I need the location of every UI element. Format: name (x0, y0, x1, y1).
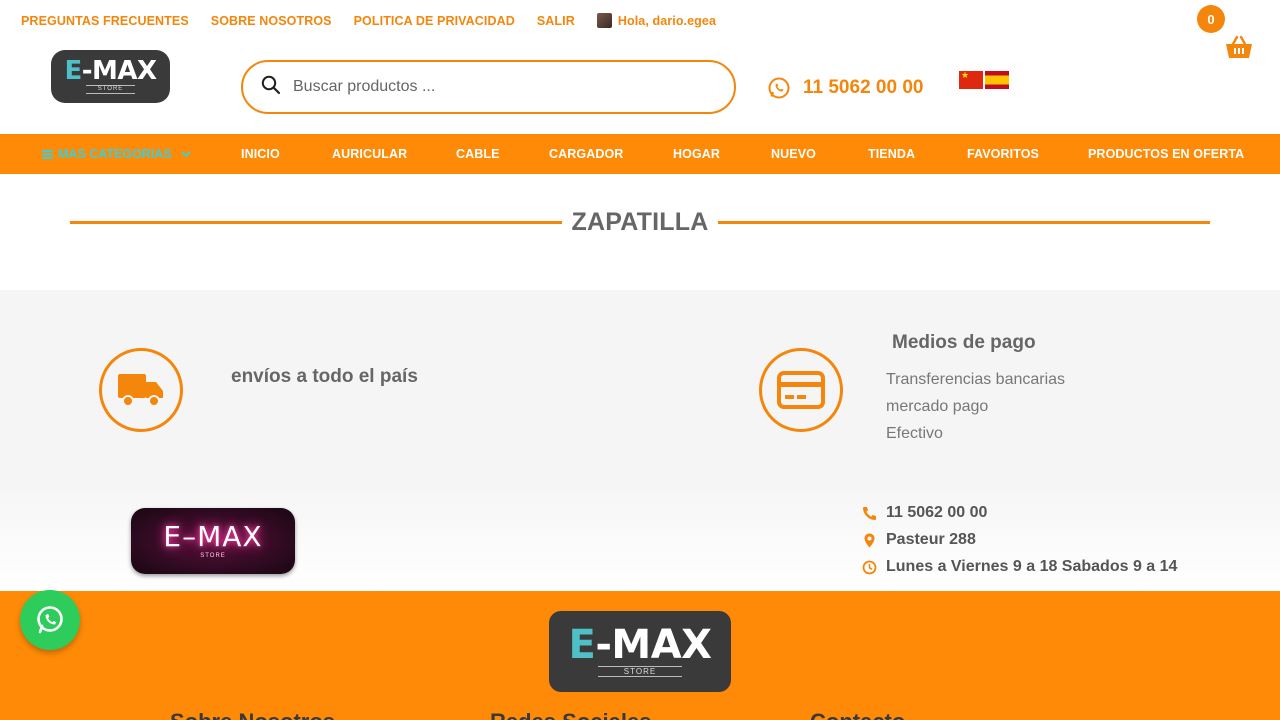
search-input[interactable] (293, 78, 693, 96)
whatsapp-chat-button[interactable] (20, 590, 80, 650)
header-phone[interactable]: 11 5062 00 00 (767, 76, 923, 100)
china-flag-icon[interactable] (959, 70, 983, 89)
link-logout[interactable]: SALIR (537, 14, 575, 28)
main-nav: MAS CATEGORIAS INICIO AURICULAR CABLE CA… (0, 134, 1280, 174)
list-item: Transferencias bancarias (886, 371, 1066, 388)
info-band: envíos a todo el país Medios de pago Tra… (0, 290, 1280, 490)
footer-logo-subtitle: STORE (597, 666, 683, 677)
footer-heading-social: Redes Sociales (490, 709, 651, 720)
clock-icon (862, 560, 877, 575)
categories-menu[interactable]: MAS CATEGORIAS (42, 147, 191, 161)
language-switcher (959, 70, 1009, 89)
nav-cargador[interactable]: CARGADOR (549, 147, 623, 161)
credit-card-icon (759, 348, 843, 432)
basket-icon[interactable] (1225, 34, 1253, 65)
nav-nuevo[interactable]: NUEVO (771, 147, 816, 161)
neon-logo-text: E–MAX (163, 520, 263, 553)
list-item: mercado pago (886, 398, 989, 415)
neon-logo[interactable]: E–MAX STORE (131, 508, 295, 574)
footer-logo-wordmark: E-MAX (568, 622, 712, 668)
contact-phone-text: 11 5062 00 00 (886, 504, 988, 521)
avatar (596, 13, 612, 28)
shipping-text: envíos a todo el país (231, 366, 418, 387)
top-links: PREGUNTAS FRECUENTES SOBRE NOSOTROS POLI… (21, 13, 716, 28)
logo-subtitle: STORE (85, 85, 136, 94)
list-item: Efectivo (886, 425, 943, 442)
logo-wordmark: E-MAX (64, 56, 157, 86)
contact-hours: Lunes a Viernes 9 a 18 Sabados 9 a 14 (862, 558, 1177, 576)
nav-cable[interactable]: CABLE (456, 147, 500, 161)
search-bar (241, 60, 736, 114)
payment-title: Medios de pago (892, 332, 1036, 353)
nav-hogar[interactable]: HOGAR (673, 147, 720, 161)
contact-hours-text: Lunes a Viernes 9 a 18 Sabados 9 a 14 (886, 558, 1178, 575)
whatsapp-icon (767, 76, 791, 100)
chevron-down-icon (180, 150, 191, 158)
cart-count-badge[interactable]: 0 (1197, 5, 1225, 33)
search-icon[interactable] (261, 75, 281, 100)
payment-methods-list: Transferencias bancarias mercado pago Ef… (886, 366, 1065, 447)
nav-inicio[interactable]: INICIO (241, 147, 280, 161)
page-heading: ZAPATILLA (70, 208, 1210, 237)
truck-icon (99, 348, 183, 432)
location-pin-icon (862, 533, 877, 548)
phone-number: 11 5062 00 00 (803, 77, 924, 98)
page-title: ZAPATILLA (571, 208, 709, 236)
link-privacy[interactable]: POLITICA DE PRIVACIDAD (354, 14, 515, 28)
neon-logo-subtitle: STORE (200, 553, 226, 559)
contact-address: Pasteur 288 (862, 531, 976, 549)
site-logo[interactable]: E-MAX STORE (51, 50, 170, 103)
contact-phone[interactable]: 11 5062 00 00 (862, 504, 987, 522)
categories-label: MAS CATEGORIAS (58, 147, 172, 161)
heading-divider-left (70, 221, 562, 224)
spain-flag-icon[interactable] (985, 71, 1009, 89)
footer-heading-contact: Contacto (810, 709, 905, 720)
nav-productos-oferta[interactable]: PRODUCTOS EN OFERTA (1088, 147, 1244, 161)
hamburger-icon (42, 149, 53, 159)
heading-divider-right (718, 221, 1210, 224)
link-faq[interactable]: PREGUNTAS FRECUENTES (21, 14, 189, 28)
link-about[interactable]: SOBRE NOSOTROS (211, 14, 332, 28)
whatsapp-icon (34, 604, 66, 636)
footer-heading-about: Sobre Nosotros (170, 709, 335, 720)
greeting-text[interactable]: Hola, dario.egea (618, 14, 716, 28)
footer-logo[interactable]: E-MAX STORE (549, 611, 731, 692)
nav-auricular[interactable]: AURICULAR (332, 147, 407, 161)
nav-favoritos[interactable]: FAVORITOS (967, 147, 1039, 161)
contact-address-text: Pasteur 288 (886, 531, 976, 548)
contact-band: E–MAX STORE 11 5062 00 00 Pasteur 288 Lu… (0, 490, 1280, 591)
phone-icon (862, 506, 877, 521)
footer: E-MAX STORE Sobre Nosotros Redes Sociale… (0, 591, 1280, 720)
user-greeting[interactable]: Hola, dario.egea (596, 13, 716, 28)
nav-tienda[interactable]: TIENDA (868, 147, 915, 161)
